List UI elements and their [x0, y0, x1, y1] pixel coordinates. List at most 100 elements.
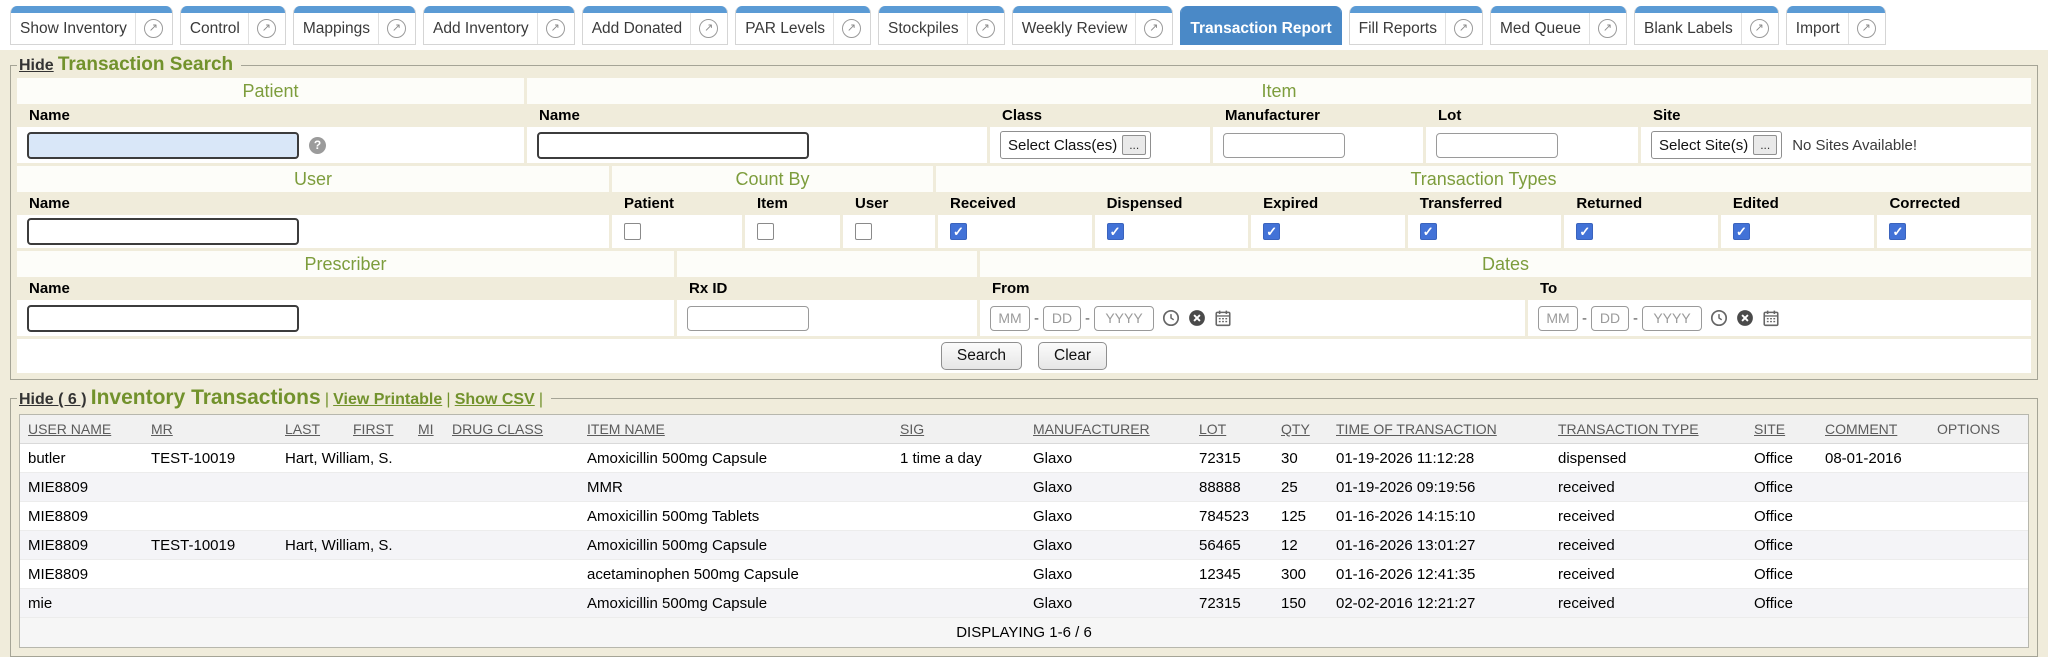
- tab-label: Weekly Review: [1022, 20, 1128, 38]
- open-new-window-icon[interactable]: ↗: [699, 19, 718, 38]
- tab-med-queue[interactable]: Med Queue↗: [1490, 6, 1627, 45]
- tab-add-inventory[interactable]: Add Inventory↗: [423, 6, 575, 45]
- open-new-window-icon[interactable]: ↗: [144, 19, 163, 38]
- tab-add-donated[interactable]: Add Donated↗: [582, 6, 729, 45]
- check-icon: ✓: [1423, 225, 1434, 238]
- table-footer-row: DISPLAYING 1-6 / 6: [20, 618, 2028, 647]
- column-header-transaction-type[interactable]: TRANSACTION TYPE: [1550, 415, 1746, 444]
- from-month-input[interactable]: [990, 306, 1030, 331]
- cell-mi: [410, 589, 444, 618]
- column-header-sig[interactable]: SIG: [892, 415, 1025, 444]
- rx-id-input[interactable]: [687, 306, 809, 331]
- checkbox-transferred[interactable]: ✓: [1420, 223, 1437, 240]
- hide-results-link[interactable]: Hide ( 6 ): [19, 391, 87, 408]
- user-name-input[interactable]: [27, 218, 299, 245]
- open-new-window-icon[interactable]: ↗: [1598, 19, 1617, 38]
- open-new-window-icon[interactable]: ↗: [387, 19, 406, 38]
- table-row: MIE8809acetaminophen 500mg CapsuleGlaxo1…: [20, 560, 2028, 589]
- to-year-input[interactable]: [1642, 306, 1702, 331]
- column-header-comment[interactable]: COMMENT: [1817, 415, 1929, 444]
- checkbox-patient[interactable]: [624, 223, 641, 240]
- cell-comment: [1817, 502, 1929, 531]
- column-header-item-name[interactable]: ITEM NAME: [579, 415, 892, 444]
- open-new-window-icon[interactable]: ↗: [1750, 19, 1769, 38]
- tab-show-inventory[interactable]: Show Inventory↗: [10, 6, 173, 45]
- column-header-manufacturer[interactable]: MANUFACTURER: [1025, 415, 1191, 444]
- open-new-window-icon[interactable]: ↗: [842, 19, 861, 38]
- open-new-window-icon[interactable]: ↗: [1454, 19, 1473, 38]
- checkbox-received[interactable]: ✓: [950, 223, 967, 240]
- column-header-mr[interactable]: MR: [143, 415, 277, 444]
- open-new-window-icon[interactable]: ↗: [976, 19, 995, 38]
- column-header-user-name[interactable]: USER NAME: [20, 415, 143, 444]
- cell-lot: 72315: [1191, 589, 1273, 618]
- no-sites-message: No Sites Available!: [1792, 137, 1917, 154]
- open-new-window-icon[interactable]: ↗: [1857, 19, 1876, 38]
- from-calendar-icon[interactable]: [1214, 309, 1232, 327]
- manufacturer-input[interactable]: [1223, 133, 1345, 158]
- prescriber-name-input[interactable]: [27, 305, 299, 332]
- column-header-mi[interactable]: MI: [410, 415, 444, 444]
- column-header-first[interactable]: FIRST: [345, 415, 410, 444]
- tab-import[interactable]: Import↗: [1786, 6, 1886, 45]
- cell-mi: [410, 444, 444, 473]
- patient-name-input[interactable]: [27, 132, 299, 159]
- to-clear-icon[interactable]: [1736, 309, 1754, 327]
- count-by-label-cell: Item: [745, 192, 840, 215]
- column-header-site[interactable]: SITE: [1746, 415, 1817, 444]
- select-sites-ellipsis-button[interactable]: ...: [1753, 135, 1777, 155]
- from-clear-icon[interactable]: [1188, 309, 1206, 327]
- tab-par-levels[interactable]: PAR Levels↗: [735, 6, 871, 45]
- clear-button[interactable]: Clear: [1038, 342, 1107, 370]
- select-classes-control[interactable]: Select Class(es) ...: [1000, 131, 1151, 159]
- to-clock-icon[interactable]: [1710, 309, 1728, 327]
- cell-site: Office: [1746, 444, 1817, 473]
- select-sites-control[interactable]: Select Site(s) ...: [1651, 131, 1782, 159]
- tab-stockpiles[interactable]: Stockpiles↗: [878, 6, 1005, 45]
- to-month-input[interactable]: [1538, 306, 1578, 331]
- column-header-last[interactable]: LAST: [277, 415, 345, 444]
- tab-fill-reports[interactable]: Fill Reports↗: [1349, 6, 1483, 45]
- checkbox-corrected[interactable]: ✓: [1889, 223, 1906, 240]
- from-day-input[interactable]: [1043, 306, 1081, 331]
- checkbox-dispensed[interactable]: ✓: [1107, 223, 1124, 240]
- hide-search-link[interactable]: Hide: [19, 57, 54, 74]
- tab-mappings[interactable]: Mappings↗: [293, 6, 416, 45]
- to-calendar-icon[interactable]: [1762, 309, 1780, 327]
- open-new-window-icon[interactable]: ↗: [546, 19, 565, 38]
- cell-last: [277, 589, 345, 618]
- checkbox-item[interactable]: [757, 223, 774, 240]
- item-name-input[interactable]: [537, 132, 809, 159]
- cell-item-name: acetaminophen 500mg Capsule: [579, 560, 892, 589]
- from-clock-icon[interactable]: [1162, 309, 1180, 327]
- show-csv-link[interactable]: Show CSV: [455, 391, 535, 408]
- from-year-input[interactable]: [1094, 306, 1154, 331]
- column-header-drug-class[interactable]: DRUG CLASS: [444, 415, 579, 444]
- view-printable-link[interactable]: View Printable: [333, 391, 442, 408]
- checkbox-expired[interactable]: ✓: [1263, 223, 1280, 240]
- to-day-input[interactable]: [1591, 306, 1629, 331]
- column-header-lot[interactable]: LOT: [1191, 415, 1273, 444]
- transaction-type-label-cell: Dispensed: [1095, 192, 1249, 215]
- tab-top-strip: [181, 6, 285, 13]
- tab-control[interactable]: Control↗: [180, 6, 286, 45]
- select-classes-ellipsis-button[interactable]: ...: [1122, 135, 1146, 155]
- checkbox-user[interactable]: [855, 223, 872, 240]
- search-button[interactable]: Search: [941, 342, 1022, 370]
- column-header-time-of-transaction[interactable]: TIME OF TRANSACTION: [1328, 415, 1550, 444]
- open-new-window-icon[interactable]: ↗: [1144, 19, 1163, 38]
- lot-input[interactable]: [1436, 133, 1558, 158]
- results-panel-title: Inventory Transactions: [91, 386, 321, 409]
- tab-top-strip: [1013, 6, 1173, 13]
- cell-lot: 72315: [1191, 444, 1273, 473]
- tab-transaction-report[interactable]: Transaction Report: [1180, 6, 1341, 45]
- open-new-window-icon[interactable]: ↗: [257, 19, 276, 38]
- column-header-qty[interactable]: QTY: [1273, 415, 1328, 444]
- check-icon: ✓: [1736, 225, 1747, 238]
- checkbox-edited[interactable]: ✓: [1733, 223, 1750, 240]
- checkbox-returned[interactable]: ✓: [1576, 223, 1593, 240]
- tab-weekly-review[interactable]: Weekly Review ↗: [1012, 6, 1174, 45]
- tab-bar: Show Inventory↗Control↗Mappings↗Add Inve…: [0, 0, 2048, 50]
- tab-blank-labels[interactable]: Blank Labels↗: [1634, 6, 1779, 45]
- help-icon[interactable]: ?: [309, 137, 326, 154]
